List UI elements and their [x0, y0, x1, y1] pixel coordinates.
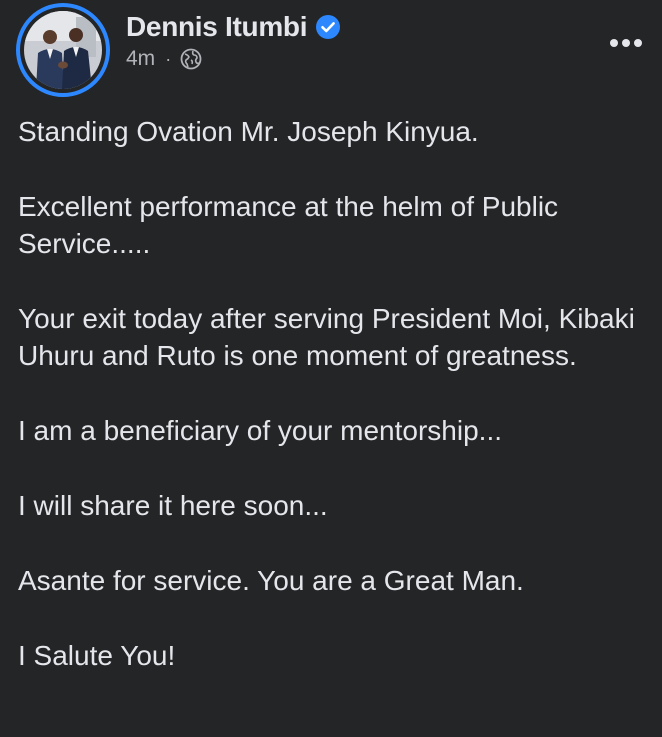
post-paragraph: Excellent performance at the helm of Pub… [18, 191, 566, 259]
post-meta: 4m · [126, 46, 202, 72]
avatar[interactable] [16, 3, 110, 97]
globe-icon[interactable] [180, 48, 202, 70]
post-paragraph: I am a beneficiary of your mentorship... [18, 415, 502, 446]
post-paragraph: Asante for service. You are a Great Man. [18, 565, 524, 596]
verified-badge-icon [316, 15, 341, 39]
author-row: Dennis Itumbi [126, 10, 341, 44]
post-paragraph: Your exit today after serving President … [18, 303, 651, 371]
more-options-button[interactable] [606, 30, 646, 56]
post-paragraph: I Salute You! [18, 640, 176, 671]
profile-photo [24, 11, 102, 89]
post-paragraph: I will share it here soon... [18, 490, 328, 521]
post-timestamp[interactable]: 4m [126, 47, 155, 71]
post-paragraph: Standing Ovation Mr. Joseph Kinyua. [18, 116, 479, 147]
more-dots-icon [610, 39, 642, 47]
author-name[interactable]: Dennis Itumbi [126, 11, 308, 43]
post-text: Standing Ovation Mr. Joseph Kinyua. Exce… [18, 113, 648, 712]
post-header: Dennis Itumbi 4m · [0, 0, 662, 100]
meta-separator: · [165, 49, 172, 69]
